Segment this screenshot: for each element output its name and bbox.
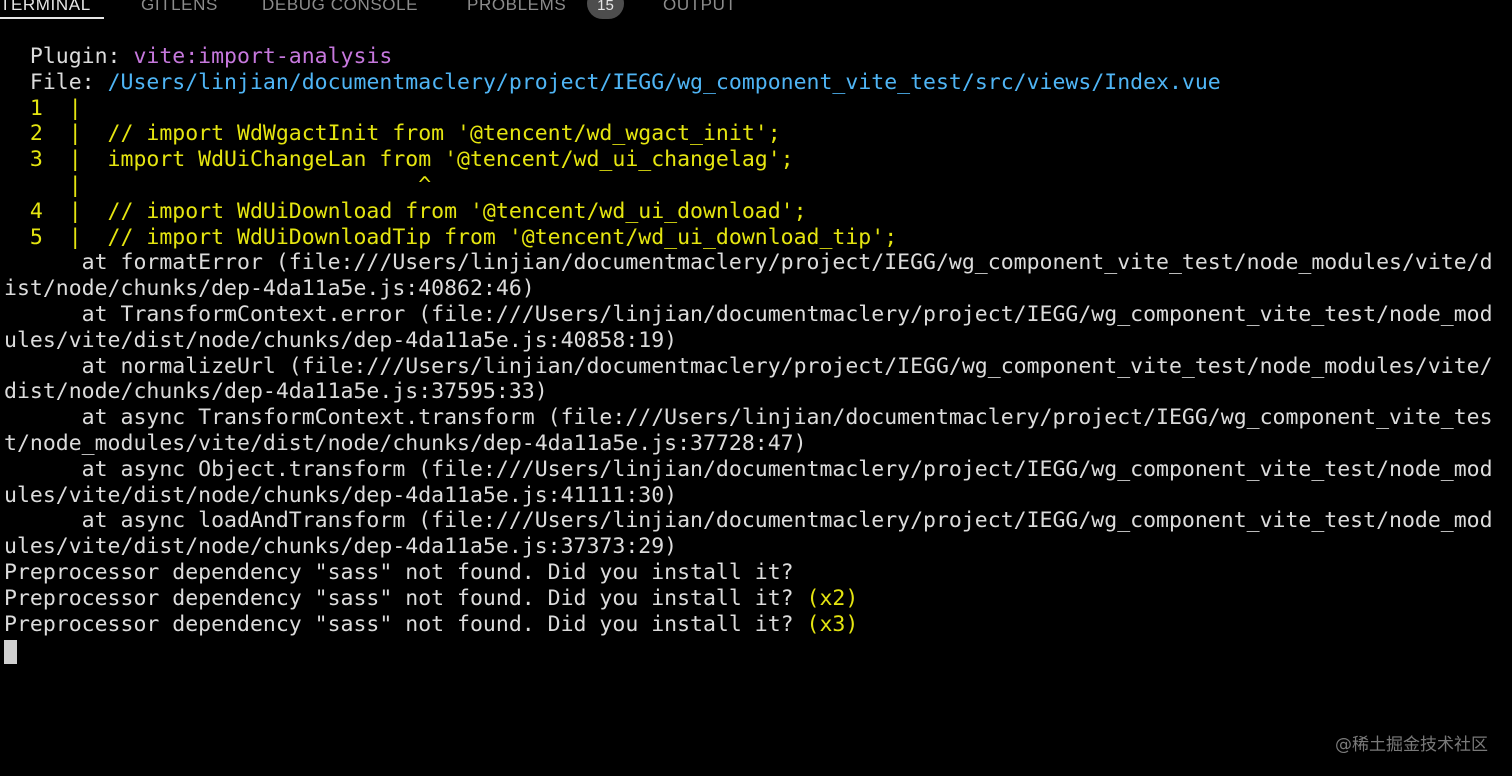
stack-trace-line: dist/node/chunks/dep-4da11a5e.js:37595:3… bbox=[4, 379, 548, 405]
stack-trace-line: at TransformContext.error (file:///Users… bbox=[4, 301, 1493, 327]
plugin-value: vite:import-analysis bbox=[133, 44, 393, 69]
plugin-label: Plugin: bbox=[4, 44, 134, 69]
code-frame-caret-line: | ^ bbox=[4, 172, 432, 198]
panel-tab-bar: TERMINAL GITLENS DEBUG CONSOLE PROBLEMS … bbox=[0, 0, 1512, 20]
stack-trace-line: ist/node/chunks/dep-4da11a5e.js:40862:46… bbox=[4, 276, 535, 302]
stack-trace-line: t/node_modules/vite/dist/node/chunks/dep… bbox=[4, 430, 807, 456]
warning-line: Preprocessor dependency "sass" not found… bbox=[4, 612, 1493, 638]
stack-trace-line: ules/vite/dist/node/chunks/dep-4da11a5e.… bbox=[4, 482, 678, 508]
stack-trace-line: ules/vite/dist/node/chunks/dep-4da11a5e.… bbox=[4, 534, 678, 560]
code-frame-line: 4 | // import WdUiDownload from '@tencen… bbox=[4, 198, 807, 224]
code-frame-line: 2 | // import WdWgactInit from '@tencent… bbox=[4, 121, 781, 147]
stack-trace-line: at async loadAndTransform (file:///Users… bbox=[4, 508, 1493, 534]
stack-trace-line: at async Object.transform (file:///Users… bbox=[4, 456, 1493, 482]
active-tab-indicator bbox=[0, 17, 104, 19]
tab-problems[interactable]: PROBLEMS bbox=[467, 0, 566, 17]
tab-gitlens[interactable]: GITLENS bbox=[141, 0, 218, 17]
warning-line: Preprocessor dependency "sass" not found… bbox=[4, 586, 1493, 612]
warning-repeat-count: (x3) bbox=[806, 611, 859, 637]
warning-text: Preprocessor dependency "sass" not found… bbox=[4, 611, 807, 637]
file-label: File: bbox=[4, 69, 108, 95]
terminal-cursor bbox=[4, 640, 17, 664]
warning-text: Preprocessor dependency "sass" not found… bbox=[4, 585, 807, 611]
stack-trace-line: at async TransformContext.transform (fil… bbox=[4, 405, 1493, 431]
file-path-link[interactable]: /Users/linjian/documentmaclery/project/I… bbox=[108, 70, 1221, 95]
stack-trace-line: at formatError (file:///Users/linjian/do… bbox=[4, 250, 1493, 276]
code-frame-line: 5 | // import WdUiDownloadTip from '@ten… bbox=[4, 224, 898, 250]
terminal-output[interactable]: Plugin: vite:import-analysis File: /User… bbox=[4, 44, 1493, 637]
plugin-line: Plugin: vite:import-analysis bbox=[4, 44, 1493, 70]
warning-line: Preprocessor dependency "sass" not found… bbox=[4, 560, 1493, 586]
tab-terminal[interactable]: TERMINAL bbox=[0, 0, 91, 17]
code-frame-line: 1 | bbox=[4, 95, 82, 121]
code-frame-line: 3 | import WdUiChangeLan from '@tencent/… bbox=[4, 147, 794, 173]
problems-count-badge: 15 bbox=[587, 0, 624, 19]
stack-trace-line: at normalizeUrl (file:///Users/linjian/d… bbox=[4, 353, 1493, 379]
tab-output[interactable]: OUTPUT bbox=[663, 0, 736, 17]
terminal-panel: TERMINAL GITLENS DEBUG CONSOLE PROBLEMS … bbox=[0, 0, 1512, 776]
watermark: @稀土掘金技术社区 bbox=[1335, 735, 1488, 755]
tab-debug-console[interactable]: DEBUG CONSOLE bbox=[262, 0, 418, 17]
warning-repeat-count: (x2) bbox=[806, 585, 859, 611]
warning-text: Preprocessor dependency "sass" not found… bbox=[4, 559, 794, 585]
file-line: File: /Users/linjian/documentmaclery/pro… bbox=[4, 70, 1493, 96]
stack-trace-line: ules/vite/dist/node/chunks/dep-4da11a5e.… bbox=[4, 327, 678, 353]
